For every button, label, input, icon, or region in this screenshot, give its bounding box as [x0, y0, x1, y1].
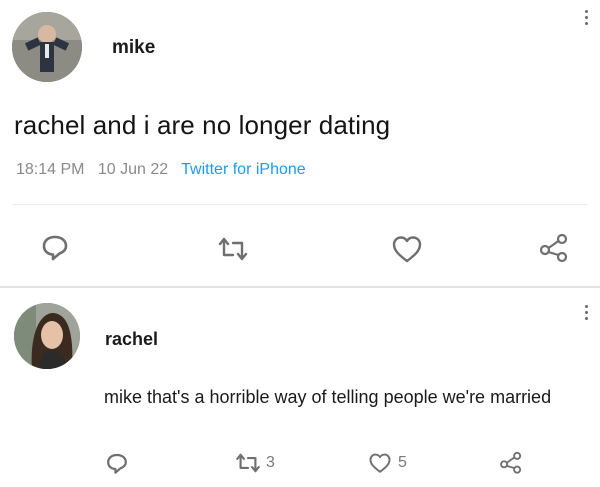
author-name[interactable]: rachel — [105, 329, 158, 350]
reply-icon — [42, 235, 68, 261]
share-button[interactable] — [498, 449, 524, 475]
reply-button[interactable] — [40, 232, 70, 262]
divider — [0, 286, 600, 288]
tweet-date: 10 Jun 22 — [97, 161, 169, 178]
like-icon — [369, 453, 391, 473]
retweet-button[interactable] — [216, 236, 250, 262]
retweet-button[interactable]: 3 — [234, 452, 275, 474]
share-icon — [500, 451, 522, 474]
reply-text: mike that's a horrible way of telling pe… — [104, 387, 552, 407]
tweet-meta: 18:14 PM 10 Jun 22 Twitter for iPhone — [16, 161, 306, 179]
like-count: 5 — [398, 454, 407, 471]
reply-icon — [107, 453, 127, 474]
more-icon[interactable] — [583, 10, 589, 28]
like-button[interactable]: 5 — [368, 452, 407, 474]
author-name[interactable]: mike — [112, 37, 155, 59]
mike-avatar[interactable] — [12, 12, 82, 82]
like-button[interactable] — [391, 234, 423, 264]
divider — [12, 204, 588, 205]
rachel-avatar[interactable] — [14, 303, 80, 369]
share-button[interactable] — [537, 230, 571, 264]
reply-button[interactable] — [105, 451, 129, 475]
tweet-time: 18:14 PM — [16, 161, 85, 178]
like-icon — [392, 236, 422, 263]
share-icon — [539, 233, 568, 263]
tweet-source-link[interactable]: Twitter for iPhone — [181, 161, 306, 178]
retweet-icon — [236, 453, 260, 473]
more-icon[interactable] — [583, 305, 589, 323]
retweet-count: 3 — [266, 454, 275, 471]
retweet-icon — [218, 237, 248, 261]
tweet-text: rachel and i are no longer dating — [14, 110, 391, 140]
